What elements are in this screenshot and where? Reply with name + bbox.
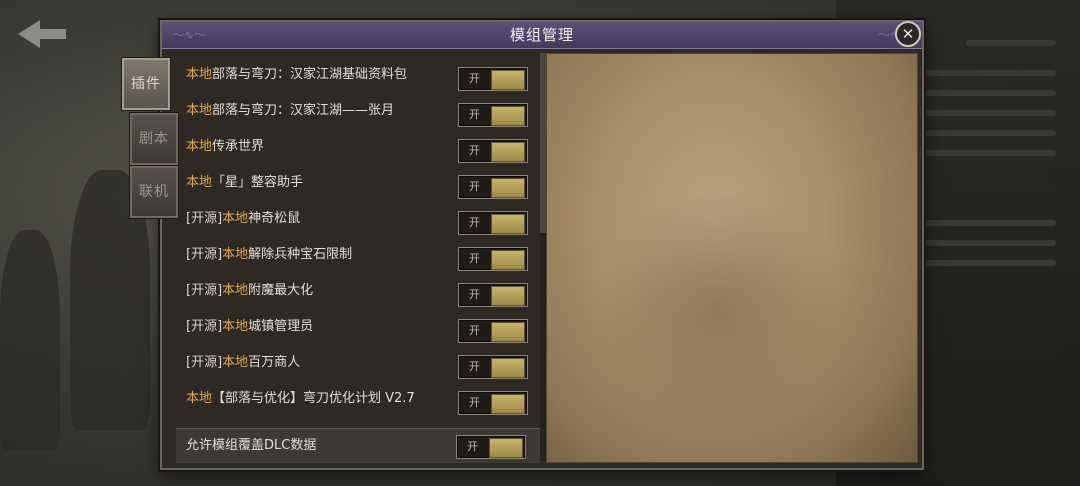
toggle-label: 开 <box>469 72 480 85</box>
title-ornament-left: 〜∿〜 <box>172 28 207 42</box>
mod-toggle[interactable]: 开 <box>458 391 528 415</box>
close-button[interactable]: ✕ <box>895 21 921 47</box>
toggle-knob <box>491 250 525 270</box>
local-tag: 本地 <box>186 139 213 154</box>
dialog-title: 模组管理 <box>509 26 574 44</box>
title-ornament-right: 〜∿〜 <box>792 28 912 42</box>
toggle-label: 开 <box>469 396 480 409</box>
toggle-label: 开 <box>469 144 480 157</box>
tab-label: 插件 <box>131 76 161 92</box>
local-tag: 本地 <box>222 319 249 334</box>
mod-name: 部落与弯刀：汉家江湖基础资料包 <box>212 67 408 82</box>
local-tag: 本地 <box>186 67 213 82</box>
mod-name: 神奇松鼠 <box>248 211 301 226</box>
toggle-label: 开 <box>467 440 478 453</box>
toggle-knob <box>491 358 525 378</box>
mod-toggle[interactable]: 开 <box>458 175 528 199</box>
open-source-tag: [开源] <box>186 283 223 298</box>
toggle-knob <box>491 70 525 90</box>
mod-toggle[interactable]: 开 <box>458 67 528 91</box>
toggle-label: 开 <box>469 216 480 229</box>
mod-name: 【部落与优化】弯刀优化计划 V2.7 <box>212 391 415 406</box>
mod-row: 本地「星」整容助手 开 <box>176 165 540 201</box>
tab-plugins[interactable]: 插件 <box>122 58 170 110</box>
toggle-knob <box>491 394 525 414</box>
local-tag: 本地 <box>222 355 249 370</box>
local-tag: 本地 <box>222 211 249 226</box>
mod-list[interactable]: 本地部落与弯刀：汉家江湖基础资料包 开 本地部落与弯刀：汉家江湖——张月 开 本… <box>176 53 540 425</box>
open-source-tag: [开源] <box>186 319 223 334</box>
tab-label: 联机 <box>139 184 169 200</box>
mod-name: 「星」整容助手 <box>212 175 304 190</box>
toggle-label: 开 <box>469 108 480 121</box>
toggle-knob <box>491 214 525 234</box>
open-source-tag: [开源] <box>186 211 223 226</box>
mod-toggle[interactable]: 开 <box>458 103 528 127</box>
local-tag: 本地 <box>186 391 213 406</box>
tab-scripts[interactable]: 剧本 <box>130 113 178 165</box>
mod-name: 附魔最大化 <box>248 283 314 298</box>
mod-toggle[interactable]: 开 <box>458 319 528 343</box>
close-icon: ✕ <box>901 25 915 43</box>
dlc-override-row: 允许模组覆盖DLC数据 开 <box>176 428 540 463</box>
mod-row: 本地部落与弯刀：汉家江湖基础资料包 开 <box>176 57 540 93</box>
tab-label: 剧本 <box>139 131 169 147</box>
toggle-label: 开 <box>469 360 480 373</box>
mod-row: [开源]本地城镇管理员 开 <box>176 309 540 345</box>
mod-name: 百万商人 <box>248 355 301 370</box>
mod-preview-panel <box>546 53 918 463</box>
dlc-override-toggle[interactable]: 开 <box>456 435 526 459</box>
mod-toggle[interactable]: 开 <box>458 355 528 379</box>
toggle-label: 开 <box>469 324 480 337</box>
toggle-knob <box>491 178 525 198</box>
mod-row: 本地部落与弯刀：汉家江湖——张月 开 <box>176 93 540 129</box>
mod-name: 解除兵种宝石限制 <box>248 247 353 262</box>
mod-toggle[interactable]: 开 <box>458 283 528 307</box>
toggle-knob <box>491 106 525 126</box>
local-tag: 本地 <box>222 283 249 298</box>
local-tag: 本地 <box>222 247 249 262</box>
back-arrow-icon[interactable] <box>18 20 66 48</box>
mod-name: 部落与弯刀：汉家江湖——张月 <box>212 103 395 118</box>
mod-name: 传承世界 <box>212 139 265 154</box>
background-figure <box>0 230 60 450</box>
mod-toggle[interactable]: 开 <box>458 139 528 163</box>
mod-row: [开源]本地解除兵种宝石限制 开 <box>176 237 540 273</box>
mod-row: [开源]本地附魔最大化 开 <box>176 273 540 309</box>
tab-multiplayer[interactable]: 联机 <box>130 166 178 218</box>
dlc-override-label: 允许模组覆盖DLC数据 <box>186 438 317 453</box>
toggle-knob <box>491 142 525 162</box>
open-source-tag: [开源] <box>186 247 223 262</box>
toggle-label: 开 <box>469 288 480 301</box>
mod-toggle[interactable]: 开 <box>458 247 528 271</box>
mod-toggle[interactable]: 开 <box>458 211 528 235</box>
toggle-knob <box>491 286 525 306</box>
toggle-label: 开 <box>469 180 480 193</box>
dialog-titlebar: 〜∿〜 模组管理 〜∿〜 <box>162 22 922 49</box>
toggle-label: 开 <box>469 252 480 265</box>
toggle-knob <box>489 438 523 458</box>
mod-row: 本地【部落与优化】弯刀优化计划 V2.7 开 <box>176 381 540 417</box>
open-source-tag: [开源] <box>186 355 223 370</box>
mod-row: [开源]本地百万商人 开 <box>176 345 540 381</box>
mod-name: 城镇管理员 <box>248 319 314 334</box>
mod-row: 本地传承世界 开 <box>176 129 540 165</box>
local-tag: 本地 <box>186 103 213 118</box>
mod-row: [开源]本地神奇松鼠 开 <box>176 201 540 237</box>
toggle-knob <box>491 322 525 342</box>
local-tag: 本地 <box>186 175 213 190</box>
